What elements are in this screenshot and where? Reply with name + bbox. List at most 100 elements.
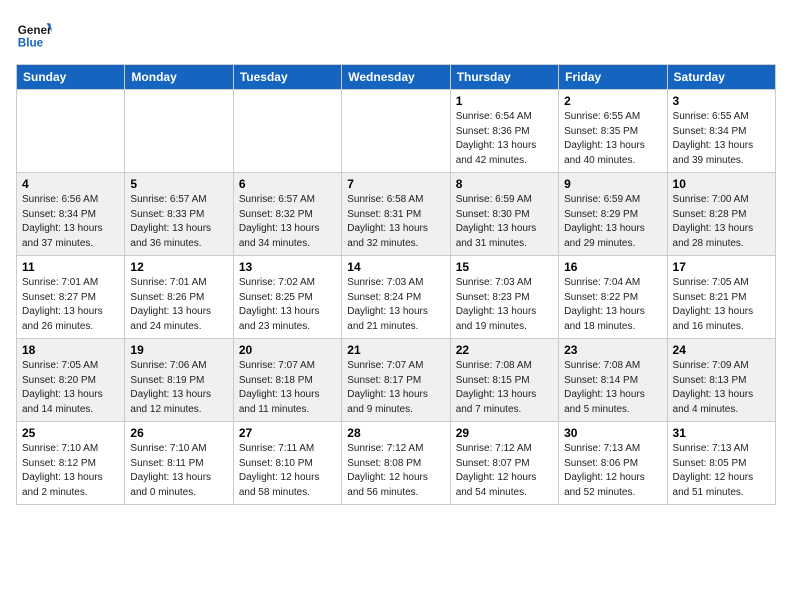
day-number: 2 bbox=[564, 94, 661, 108]
day-info: Sunrise: 6:56 AM Sunset: 8:34 PM Dayligh… bbox=[22, 193, 119, 251]
calendar-week-4: 18Sunrise: 7:05 AM Sunset: 8:20 PM Dayli… bbox=[17, 339, 776, 422]
calendar-cell: 7 Sunrise: 6:58 AM Sunset: 8:31 PM Daylig… bbox=[342, 173, 450, 256]
day-info: Sunrise: 7:01 AM Sunset: 8:27 PM Dayligh… bbox=[22, 276, 119, 334]
day-number: 24 bbox=[673, 343, 770, 357]
calendar-cell: 22 Sunrise: 7:08 AM Sunset: 8:15 PM Dayli… bbox=[450, 339, 558, 422]
day-info: Sunrise: 7:08 AM Sunset: 8:14 PM Dayligh… bbox=[564, 359, 661, 417]
weekday-header-friday: Friday bbox=[559, 65, 667, 90]
logo-icon: General Blue bbox=[16, 16, 52, 52]
day-info: Sunrise: 7:12 AM Sunset: 8:07 PM Dayligh… bbox=[456, 442, 553, 500]
day-info: Sunrise: 7:05 AM Sunset: 8:21 PM Dayligh… bbox=[673, 276, 770, 334]
day-number: 4 bbox=[22, 177, 119, 191]
day-number: 7 bbox=[347, 177, 444, 191]
day-info: Sunrise: 7:04 AM Sunset: 8:22 PM Dayligh… bbox=[564, 276, 661, 334]
day-number: 21 bbox=[347, 343, 444, 357]
day-number: 30 bbox=[564, 426, 661, 440]
day-number: 10 bbox=[673, 177, 770, 191]
day-info: Sunrise: 7:10 AM Sunset: 8:11 PM Dayligh… bbox=[130, 442, 227, 500]
calendar-cell bbox=[233, 90, 341, 173]
day-info: Sunrise: 7:11 AM Sunset: 8:10 PM Dayligh… bbox=[239, 442, 336, 500]
day-info: Sunrise: 6:55 AM Sunset: 8:35 PM Dayligh… bbox=[564, 110, 661, 168]
weekday-header-wednesday: Wednesday bbox=[342, 65, 450, 90]
day-info: Sunrise: 7:07 AM Sunset: 8:17 PM Dayligh… bbox=[347, 359, 444, 417]
day-number: 20 bbox=[239, 343, 336, 357]
calendar-cell bbox=[125, 90, 233, 173]
calendar-cell: 5 Sunrise: 6:57 AM Sunset: 8:33 PM Daylig… bbox=[125, 173, 233, 256]
calendar-cell: 27Sunrise: 7:11 AM Sunset: 8:10 PM Dayli… bbox=[233, 422, 341, 505]
day-info: Sunrise: 6:55 AM Sunset: 8:34 PM Dayligh… bbox=[673, 110, 770, 168]
day-info: Sunrise: 6:59 AM Sunset: 8:30 PM Dayligh… bbox=[456, 193, 553, 251]
day-info: Sunrise: 6:57 AM Sunset: 8:33 PM Dayligh… bbox=[130, 193, 227, 251]
calendar-cell: 20 Sunrise: 7:07 AM Sunset: 8:18 PM Dayli… bbox=[233, 339, 341, 422]
day-info: Sunrise: 7:13 AM Sunset: 8:05 PM Dayligh… bbox=[673, 442, 770, 500]
calendar-cell: 2 Sunrise: 6:55 AM Sunset: 8:35 PM Daylig… bbox=[559, 90, 667, 173]
page-header: General Blue bbox=[16, 16, 776, 52]
calendar-cell: 11Sunrise: 7:01 AM Sunset: 8:27 PM Dayli… bbox=[17, 256, 125, 339]
calendar-cell: 26 Sunrise: 7:10 AM Sunset: 8:11 PM Dayli… bbox=[125, 422, 233, 505]
svg-text:General: General bbox=[18, 24, 52, 37]
day-number: 12 bbox=[130, 260, 227, 274]
calendar-table: SundayMondayTuesdayWednesdayThursdayFrid… bbox=[16, 64, 776, 505]
calendar-cell: 28 Sunrise: 7:12 AM Sunset: 8:08 PM Dayli… bbox=[342, 422, 450, 505]
day-info: Sunrise: 6:59 AM Sunset: 8:29 PM Dayligh… bbox=[564, 193, 661, 251]
calendar-cell: 8 Sunrise: 6:59 AM Sunset: 8:30 PM Daylig… bbox=[450, 173, 558, 256]
calendar-week-2: 4 Sunrise: 6:56 AM Sunset: 8:34 PM Daylig… bbox=[17, 173, 776, 256]
calendar-cell: 4 Sunrise: 6:56 AM Sunset: 8:34 PM Daylig… bbox=[17, 173, 125, 256]
day-number: 26 bbox=[130, 426, 227, 440]
calendar-cell: 17Sunrise: 7:05 AM Sunset: 8:21 PM Dayli… bbox=[667, 256, 775, 339]
day-number: 22 bbox=[456, 343, 553, 357]
day-info: Sunrise: 7:01 AM Sunset: 8:26 PM Dayligh… bbox=[130, 276, 227, 334]
logo: General Blue bbox=[16, 16, 56, 52]
calendar-cell: 23 Sunrise: 7:08 AM Sunset: 8:14 PM Dayli… bbox=[559, 339, 667, 422]
calendar-cell: 12 Sunrise: 7:01 AM Sunset: 8:26 PM Dayli… bbox=[125, 256, 233, 339]
day-number: 1 bbox=[456, 94, 553, 108]
weekday-header-tuesday: Tuesday bbox=[233, 65, 341, 90]
calendar-cell: 25Sunrise: 7:10 AM Sunset: 8:12 PM Dayli… bbox=[17, 422, 125, 505]
weekday-header-monday: Monday bbox=[125, 65, 233, 90]
day-info: Sunrise: 7:02 AM Sunset: 8:25 PM Dayligh… bbox=[239, 276, 336, 334]
calendar-cell: 30 Sunrise: 7:13 AM Sunset: 8:06 PM Dayli… bbox=[559, 422, 667, 505]
calendar-cell: 6Sunrise: 6:57 AM Sunset: 8:32 PM Daylig… bbox=[233, 173, 341, 256]
day-info: Sunrise: 7:03 AM Sunset: 8:24 PM Dayligh… bbox=[347, 276, 444, 334]
calendar-cell bbox=[17, 90, 125, 173]
svg-text:Blue: Blue bbox=[18, 37, 44, 50]
calendar-week-3: 11Sunrise: 7:01 AM Sunset: 8:27 PM Dayli… bbox=[17, 256, 776, 339]
weekday-header-sunday: Sunday bbox=[17, 65, 125, 90]
calendar-cell: 16Sunrise: 7:04 AM Sunset: 8:22 PM Dayli… bbox=[559, 256, 667, 339]
day-number: 13 bbox=[239, 260, 336, 274]
day-info: Sunrise: 6:54 AM Sunset: 8:36 PM Dayligh… bbox=[456, 110, 553, 168]
day-number: 5 bbox=[130, 177, 227, 191]
day-number: 29 bbox=[456, 426, 553, 440]
weekday-header-saturday: Saturday bbox=[667, 65, 775, 90]
calendar-cell: 13 Sunrise: 7:02 AM Sunset: 8:25 PM Dayli… bbox=[233, 256, 341, 339]
day-number: 14 bbox=[347, 260, 444, 274]
calendar-cell: 29 Sunrise: 7:12 AM Sunset: 8:07 PM Dayli… bbox=[450, 422, 558, 505]
day-number: 25 bbox=[22, 426, 119, 440]
calendar-cell: 19Sunrise: 7:06 AM Sunset: 8:19 PM Dayli… bbox=[125, 339, 233, 422]
calendar-cell: 10 Sunrise: 7:00 AM Sunset: 8:28 PM Dayli… bbox=[667, 173, 775, 256]
weekday-header-thursday: Thursday bbox=[450, 65, 558, 90]
day-info: Sunrise: 7:12 AM Sunset: 8:08 PM Dayligh… bbox=[347, 442, 444, 500]
day-info: Sunrise: 7:03 AM Sunset: 8:23 PM Dayligh… bbox=[456, 276, 553, 334]
day-number: 8 bbox=[456, 177, 553, 191]
day-info: Sunrise: 7:13 AM Sunset: 8:06 PM Dayligh… bbox=[564, 442, 661, 500]
day-info: Sunrise: 7:00 AM Sunset: 8:28 PM Dayligh… bbox=[673, 193, 770, 251]
calendar-cell: 9 Sunrise: 6:59 AM Sunset: 8:29 PM Daylig… bbox=[559, 173, 667, 256]
day-info: Sunrise: 7:06 AM Sunset: 8:19 PM Dayligh… bbox=[130, 359, 227, 417]
calendar-cell: 18Sunrise: 7:05 AM Sunset: 8:20 PM Dayli… bbox=[17, 339, 125, 422]
calendar-cell: 31 Sunrise: 7:13 AM Sunset: 8:05 PM Dayli… bbox=[667, 422, 775, 505]
day-info: Sunrise: 7:07 AM Sunset: 8:18 PM Dayligh… bbox=[239, 359, 336, 417]
calendar-cell: 15Sunrise: 7:03 AM Sunset: 8:23 PM Dayli… bbox=[450, 256, 558, 339]
day-number: 28 bbox=[347, 426, 444, 440]
calendar-cell: 24Sunrise: 7:09 AM Sunset: 8:13 PM Dayli… bbox=[667, 339, 775, 422]
calendar-header-row: SundayMondayTuesdayWednesdayThursdayFrid… bbox=[17, 65, 776, 90]
calendar-week-5: 25Sunrise: 7:10 AM Sunset: 8:12 PM Dayli… bbox=[17, 422, 776, 505]
calendar-cell: 3Sunrise: 6:55 AM Sunset: 8:34 PM Daylig… bbox=[667, 90, 775, 173]
day-info: Sunrise: 7:05 AM Sunset: 8:20 PM Dayligh… bbox=[22, 359, 119, 417]
day-number: 23 bbox=[564, 343, 661, 357]
day-number: 9 bbox=[564, 177, 661, 191]
calendar-cell bbox=[342, 90, 450, 173]
day-info: Sunrise: 6:58 AM Sunset: 8:31 PM Dayligh… bbox=[347, 193, 444, 251]
day-info: Sunrise: 7:08 AM Sunset: 8:15 PM Dayligh… bbox=[456, 359, 553, 417]
day-number: 31 bbox=[673, 426, 770, 440]
